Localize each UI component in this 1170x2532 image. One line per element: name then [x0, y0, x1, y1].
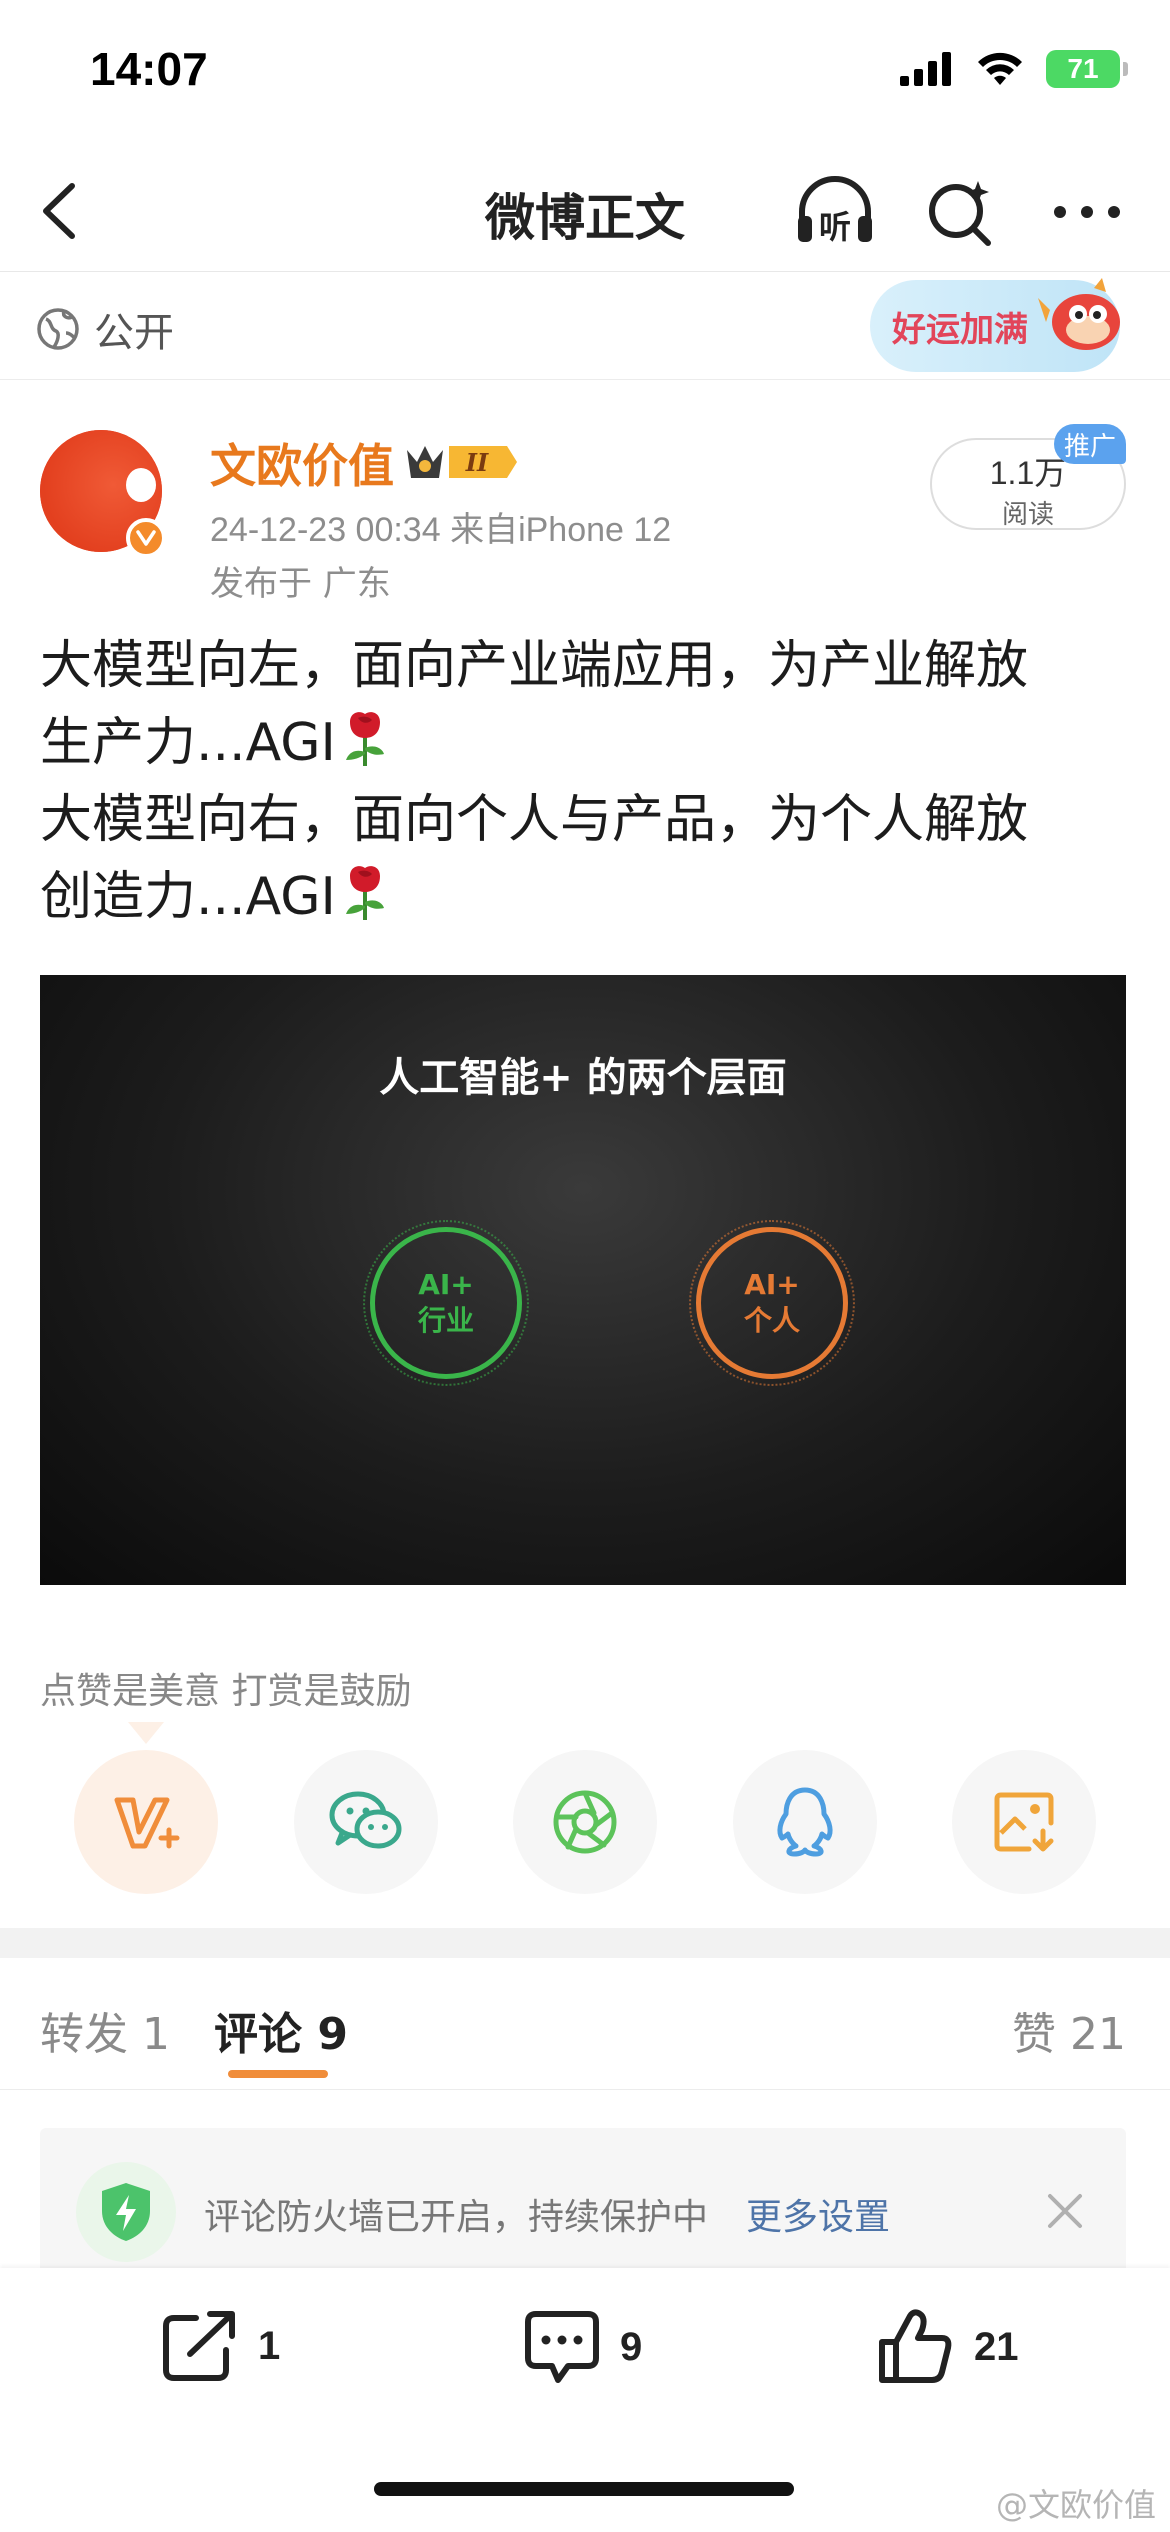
tab-comment[interactable]: 评论 9	[214, 1998, 348, 2062]
close-icon	[1048, 2194, 1082, 2228]
search-button[interactable]	[918, 172, 1004, 252]
firewall-settings-link[interactable]: 更多设置	[746, 2188, 890, 2240]
comment-button[interactable]: 9	[522, 2308, 642, 2386]
share-row	[74, 1750, 1096, 1894]
status-time: 14:07	[90, 43, 208, 95]
lucky-fish-icon	[1038, 278, 1120, 350]
share-qq-button[interactable]	[732, 1750, 877, 1894]
post-line-1: 大模型向左，面向产业端应用，为产业解放	[40, 636, 1029, 696]
share-moments-button[interactable]	[513, 1750, 657, 1894]
author-name[interactable]: 文欧价值	[210, 430, 394, 496]
firewall-close-button[interactable]	[1040, 2186, 1090, 2236]
battery-level: 71	[1067, 53, 1099, 84]
like-count: 21	[974, 2324, 1019, 2369]
search-sparkle-icon	[929, 181, 991, 246]
tab-repost[interactable]: 转发 1	[40, 1998, 170, 2062]
home-indicator[interactable]	[374, 2482, 794, 2496]
thumbs-up-icon	[879, 2309, 952, 2383]
read-label: 阅读	[1001, 500, 1054, 530]
crown-rank-icon: II	[407, 446, 517, 478]
lucky-banner[interactable]: 好运加满	[870, 278, 1120, 372]
status-bar: 14:07 71	[0, 0, 1170, 150]
like-button[interactable]: 21	[876, 2308, 1019, 2386]
share-wechat-button[interactable]	[293, 1750, 438, 1894]
ai-industry-circle: AI+ 行业	[363, 1220, 529, 1386]
interaction-tabs: 转发 1 评论 9 赞 21	[0, 1958, 1170, 2090]
repost-icon	[163, 2311, 235, 2381]
post-header: 文欧价值 II 24-12-23 00:34 来自iPhone 12 发布于 广…	[0, 410, 1170, 610]
globe-icon	[37, 308, 79, 350]
active-tab-underline	[228, 2070, 328, 2078]
post-image[interactable]: 人工智能+ 的两个层面 AI+ 行业 AI+ 个人	[40, 975, 1126, 1585]
comment-icon	[525, 2311, 599, 2383]
save-image-icon	[994, 1792, 1054, 1852]
reward-text: 点赞是美意 打赏是鼓励	[40, 1671, 412, 1712]
tab-like[interactable]: 赞 21	[1012, 1998, 1126, 2062]
ai-industry-line-2: 行业	[417, 1304, 474, 1337]
nav-bar: 微博正文 听	[0, 150, 1170, 272]
post-meta: 24-12-23 00:34 来自iPhone 12	[210, 511, 672, 549]
status-icons: 71	[900, 50, 1128, 88]
promo-tag[interactable]: 推广	[1054, 424, 1126, 464]
ai-personal-circle: AI+ 个人	[689, 1220, 855, 1386]
wifi-icon	[978, 52, 1022, 85]
wechat-icon	[329, 1791, 401, 1849]
visibility-label: 公开	[94, 310, 174, 356]
section-divider	[0, 1928, 1170, 1958]
post-location: 发布于 广东	[210, 564, 391, 604]
visibility-indicator[interactable]: 公开	[36, 300, 174, 358]
signal-icon	[900, 52, 951, 86]
weibo-watermark: @文欧价值	[995, 2486, 1156, 2524]
listen-label: 听	[819, 208, 851, 246]
repost-button[interactable]: 1	[160, 2308, 280, 2384]
firewall-text: 评论防火墙已开启，持续保护中	[204, 2197, 709, 2238]
more-button[interactable]	[1044, 172, 1130, 252]
rose-emoji-icon	[345, 712, 384, 766]
battery-icon: 71	[1046, 50, 1128, 88]
moments-aperture-icon	[553, 1790, 617, 1854]
ai-personal-line-2: 个人	[743, 1304, 800, 1337]
shield-icon	[76, 2162, 176, 2262]
avatar-logo-mark	[126, 468, 156, 502]
post-body: 大模型向左，面向产业端应用，为产业解放 生产力...AGI 大模型向右，面向个人…	[40, 628, 1140, 936]
post-line-4: 创造力...AGI	[40, 859, 1140, 936]
lucky-banner-text: 好运加满	[892, 309, 1028, 350]
visibility-row: 公开 好运加满	[0, 272, 1170, 380]
nav-actions: 听	[792, 172, 1130, 252]
post-line-2: 生产力...AGI	[40, 705, 1140, 782]
reward-button[interactable]	[74, 1750, 218, 1894]
reward-pointer-icon	[128, 1722, 164, 1744]
reward-v-plus-icon	[114, 1797, 180, 1849]
verified-badge-icon	[126, 518, 166, 558]
slide-title: 人工智能+ 的两个层面	[379, 1055, 787, 1101]
headphone-icon: 听	[798, 176, 872, 246]
save-image-button[interactable]	[952, 1750, 1096, 1894]
ai-industry-line-1: AI+	[418, 1268, 474, 1301]
bottom-action-bar: 1 9 21 @文欧价值	[0, 2268, 1170, 2532]
listen-button[interactable]: 听	[792, 172, 878, 252]
comment-count: 9	[620, 2324, 643, 2369]
repost-count: 1	[258, 2323, 281, 2368]
svg-text:II: II	[465, 448, 489, 477]
more-dots-icon	[1054, 206, 1120, 218]
post-line-3: 大模型向右，面向个人与产品，为个人解放	[40, 790, 1029, 850]
rose-emoji-icon	[345, 866, 384, 920]
qq-penguin-icon	[776, 1787, 833, 1857]
ai-personal-line-1: AI+	[744, 1268, 800, 1301]
